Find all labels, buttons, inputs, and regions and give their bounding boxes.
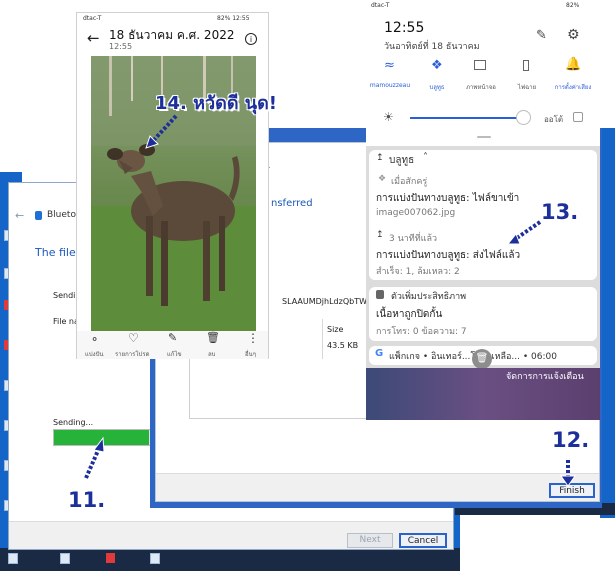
annotation-arrows [84, 114, 576, 487]
